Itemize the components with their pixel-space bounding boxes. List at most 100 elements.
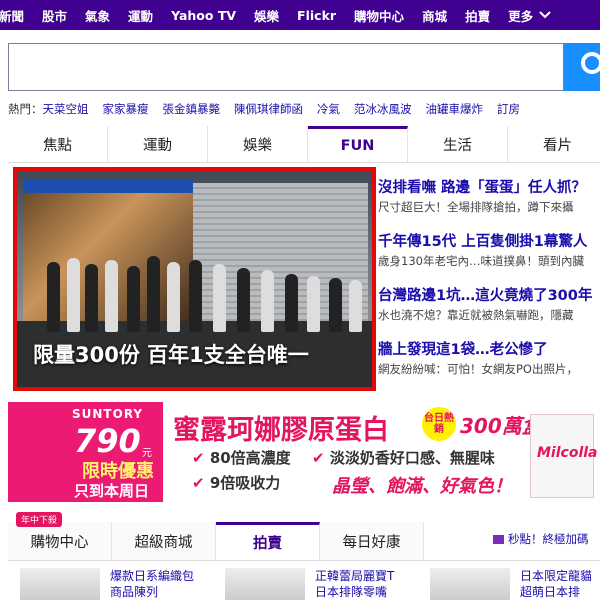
news-tabs: 焦點 運動 娛樂 FUN 生活 看片 [8,126,600,163]
story-snippet: 網友紛紛喊：可怕！女網友PO出照片， [378,362,578,376]
tab-fun[interactable]: FUN [308,126,408,162]
search-box [8,43,564,91]
story-snippet: 水也澆不熄？靠近就被熱氣嚇跑，隱藏 [378,308,574,322]
trending-link[interactable]: 天菜空姐 [43,102,89,116]
shop-awning [23,179,193,193]
trending-link[interactable]: 訂房 [497,102,520,116]
queue-person [47,262,60,332]
ad-title: 蜜露珂娜膠原蛋白 [173,415,389,446]
ad-price-panel: SUNTORY 790 元 限時優惠 只到本周日 [8,402,163,502]
product-link[interactable]: 日本限定龍貓 超萌日本排 [520,568,592,600]
queue-person [237,268,250,332]
trending-link[interactable]: 陳佩琪律師函 [234,102,303,116]
tab-focus[interactable]: 焦點 [8,126,108,162]
ad-banner[interactable]: SUNTORY 790 元 限時優惠 只到本周日 蜜露珂娜膠原蛋白 台日熱銷 3… [8,402,600,502]
tab-entertainment[interactable]: 娛樂 [208,126,308,162]
trending-link[interactable]: 范冰冰風波 [354,102,412,116]
tab-daily-deals[interactable]: 每日好康 [320,522,424,560]
featured-caption: 限量300份 百年1支全台唯一 [33,343,309,367]
trending-label: 熱門： [8,102,43,116]
nav-flickr[interactable]: Flickr [288,8,345,23]
ad-brand: SUNTORY [72,407,144,421]
sale-badge: 年中下殺 [16,512,63,527]
tab-super-store[interactable]: 超級商城 [112,522,216,560]
ad-product-name: Milcolla [537,445,598,461]
nav-entertainment[interactable]: 娛樂 [245,6,288,25]
queue-person [105,260,118,332]
queue-person [167,262,180,332]
nav-more-label: 更多 [508,8,534,24]
queue-person [127,266,140,332]
story-headline[interactable]: 台灣路邊1坑…這火竟燒了300年 [378,284,592,305]
tab-auction[interactable]: 拍賣 [216,522,320,560]
search-icon [581,52,600,74]
nav-weather[interactable]: 氣象 [76,6,119,25]
product-thumbnail[interactable] [430,568,510,600]
mail-icon [493,535,504,544]
queue-person [307,276,320,332]
search-button[interactable] [564,43,600,91]
trending-link[interactable]: 家家暴瘦 [103,102,149,116]
queue-person [189,260,202,332]
ad-feature: ✔ 淡淡奶香好口感、無腥味 [312,447,495,468]
nav-sports[interactable]: 運動 [119,6,162,25]
ad-feature-text: 淡淡奶香好口感、無腥味 [329,449,495,467]
ad-price: 790 [74,422,141,460]
queue-person [147,256,160,332]
queue-person [285,274,298,332]
nav-store[interactable]: 商城 [413,6,456,25]
queue-person [67,258,80,332]
trending-bar: 熱門：天菜空姐 家家暴瘦 張金鎮暴斃 陳佩琪律師函 冷氣 范冰冰風波 油罐車爆炸 訂房 [8,101,534,117]
tab-life[interactable]: 生活 [408,126,508,162]
top-nav: 新聞 股市 氣象 運動 Yahoo TV 娛樂 Flickr 購物中心 商城 拍… [0,0,600,30]
promo-link[interactable]: 秒點！終極加碼 [493,531,589,547]
check-icon: ✔ [192,449,205,467]
queue-person [85,264,98,332]
story-snippet: 尺寸超巨大！全場排隊搶拍，蹲下來攝 [378,200,574,214]
nav-shopping-mall[interactable]: 購物中心 [345,6,413,25]
product-line: 正韓蕾局麗寶T [315,569,395,583]
nav-stock[interactable]: 股市 [33,6,76,25]
story-headline[interactable]: 千年傳15代 上百隻側掛1幕驚人 [378,230,587,251]
queue-person [261,270,274,332]
product-link[interactable]: 爆款日系編織包 商品陳列 [110,568,194,600]
trending-link[interactable]: 張金鎮暴斃 [163,102,221,116]
ad-until-text: 只到本周日 [74,482,150,500]
ad-hot-badge: 台日熱銷 [422,407,456,441]
tab-videos[interactable]: 看片 [508,126,600,162]
chevron-down-icon [539,11,551,19]
tab-sports[interactable]: 運動 [108,126,208,162]
promo-text: 秒點！終極加碼 [508,532,589,546]
product-thumbnail[interactable] [20,568,100,600]
ad-slogan: 晶瑩、飽滿、好氣色！ [332,476,512,497]
product-line: 日本限定龍貓 [520,569,593,583]
ad-feature-text: 80倍高濃度 [209,449,291,467]
ad-feature: ✔ 80倍高濃度 [192,447,291,468]
queue-person [213,264,226,332]
story-headline[interactable]: 牆上發現這1袋…老公慘了 [378,338,548,359]
check-icon: ✔ [192,474,205,492]
story-snippet: 歲身130年老宅內…味道撲鼻！頭到內臟 [378,254,584,268]
ad-product-box: Milcolla [530,414,598,498]
featured-story[interactable]: 限量300份 百年1支全台唯一 [13,167,376,391]
ad-feature: ✔ 9倍吸收力 [192,472,280,493]
product-line: 超萌日本排 [520,585,581,599]
ad-feature-text: 9倍吸收力 [209,474,281,492]
queue-person [329,278,342,332]
product-thumbnail[interactable] [225,568,305,600]
trending-link[interactable]: 油罐車爆炸 [426,102,484,116]
product-link[interactable]: 正韓蕾局麗寶T 日本排隊零嘴 [315,568,394,600]
product-line: 爆款日系編織包 [110,569,195,583]
nav-news[interactable]: 新聞 [0,6,33,25]
nav-more-button[interactable]: 更多 [499,6,560,25]
nav-yahoo-tv[interactable]: Yahoo TV [162,8,245,23]
search-input[interactable] [9,44,563,90]
product-line: 日本排隊零嘴 [315,585,388,599]
story-headline[interactable]: 沒排看嘸 路邊「蛋蛋」任人抓？ [378,176,586,197]
check-icon: ✔ [312,449,325,467]
trending-link[interactable]: 冷氣 [317,102,340,116]
queue-person [349,280,362,332]
tab-shopping-mall[interactable]: 購物中心 [8,522,112,560]
product-line: 商品陳列 [110,585,159,599]
nav-auction[interactable]: 拍賣 [456,6,499,25]
